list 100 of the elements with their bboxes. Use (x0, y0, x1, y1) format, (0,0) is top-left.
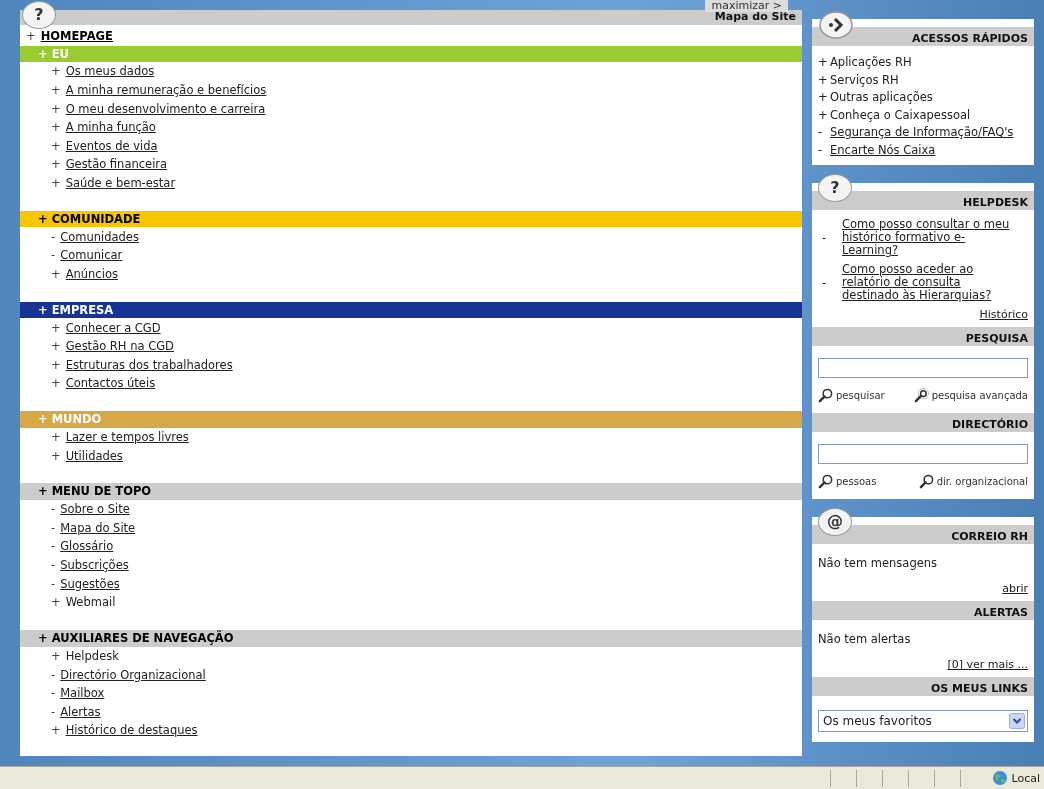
menu-link[interactable]: Comunicar (60, 248, 123, 263)
help-icon[interactable]: ? (22, 1, 56, 29)
search-field[interactable] (818, 444, 1028, 464)
globe-icon (992, 770, 1009, 786)
list-marker: - (822, 275, 828, 290)
list-marker: - (51, 520, 56, 535)
menu-link[interactable]: A minha remuneração e benefícios (65, 83, 267, 97)
menu-link[interactable]: Lazer e tempos livres (65, 430, 189, 444)
panel-title: HELPDESK (963, 196, 1028, 209)
round-badge-icon: ? (818, 174, 852, 202)
quick-access-item[interactable]: Aplicações RH (830, 54, 912, 72)
menu-link[interactable]: Gestão financeira (65, 157, 168, 172)
menu-link[interactable]: Directório Organizacional (60, 667, 206, 682)
homepage-link[interactable]: HOMEPAGE (40, 29, 113, 44)
list-marker: + (51, 648, 61, 663)
more-link[interactable]: abrir (1002, 582, 1028, 595)
search-action-link[interactable]: pesquisa avançada (913, 388, 1028, 403)
round-badge-icon: @ (818, 508, 852, 536)
menu-link[interactable]: A minha função (65, 120, 156, 135)
menu-link[interactable]: Subscrições (60, 558, 129, 573)
list-marker: + (51, 157, 61, 172)
list-marker: + (51, 376, 61, 391)
menu-link[interactable]: Anúncios (65, 266, 118, 281)
menu-link[interactable]: Saúde e bem-estar (65, 175, 176, 190)
menu-item[interactable]: Helpdesk (65, 648, 119, 663)
menu-link[interactable]: Conhecer a CGD (65, 320, 161, 335)
list-marker: + (51, 101, 61, 116)
message-text: Não tem alertas (818, 631, 912, 648)
panel-title: ACESSOS RÁPIDOS (911, 32, 1028, 45)
list-marker: + (818, 54, 826, 71)
menu-link[interactable]: O meu desenvolvimento e carreira (65, 101, 266, 116)
caret-icon (1009, 713, 1025, 729)
list-marker: - (51, 576, 56, 591)
security-zone-text: Local (1011, 771, 1041, 785)
search-action-link[interactable]: dir. organizacional (918, 474, 1028, 489)
menu-link[interactable]: Mailbox (60, 686, 105, 701)
advanced-search-icon (913, 388, 929, 403)
quick-link[interactable]: Segurança de Informação/FAQ's (830, 124, 1014, 142)
list-marker: + (818, 106, 826, 124)
menu-link[interactable]: Contactos úteis (65, 376, 156, 391)
more-link[interactable]: [0] ver mais ... (947, 658, 1028, 671)
list-marker: + (51, 120, 61, 135)
list-marker: + (818, 71, 826, 89)
menu-link[interactable]: Glossário (60, 539, 114, 554)
list-marker: + (818, 89, 826, 106)
list-marker: + (51, 339, 61, 354)
menu-link[interactable]: Histórico de destaques (65, 723, 198, 738)
quick-access-item[interactable]: Conheça o Caixapessoal (830, 106, 971, 124)
list-marker: + (51, 83, 61, 97)
menu-link[interactable]: Sobre o Site (60, 502, 130, 517)
list-marker: - (818, 141, 824, 159)
menu-link[interactable]: Estruturas dos trabalhadores (65, 357, 233, 372)
menu-link[interactable]: Mapa do Site (60, 520, 136, 535)
menu-link[interactable]: Os meus dados (65, 64, 155, 79)
menu-link[interactable]: Utilidades (65, 448, 123, 463)
message-text: Não tem mensagens (818, 555, 939, 572)
list-marker: - (51, 667, 56, 682)
search-icon (818, 474, 833, 489)
maximize-link[interactable]: maximizar > (705, 0, 788, 12)
list-marker: + (51, 175, 61, 190)
section-header[interactable]: + AUXILIARES DE NAVEGAÇÃO (20, 630, 802, 647)
section-header[interactable]: + MENU DE TOPO (20, 483, 802, 500)
list-marker: - (818, 124, 824, 141)
list-marker: + (51, 320, 61, 335)
menu-link[interactable]: Eventos de vida (65, 138, 158, 153)
faq-link[interactable]: Como posso consultar o meu histórico formativo e-Learning? (842, 218, 1020, 257)
menu-link[interactable]: Gestão RH na CGD (65, 339, 174, 354)
list-marker: + (51, 723, 61, 738)
list-marker: + (51, 448, 61, 463)
list-marker: - (51, 229, 56, 244)
faq-link[interactable]: Como posso aceder ao relatório de consulta destinado às Hierarquias? (842, 263, 1020, 302)
list-marker: + (51, 64, 61, 79)
list-marker: - (51, 704, 56, 719)
list-marker: + (51, 357, 61, 372)
list-marker: - (51, 686, 56, 701)
panel-title: Mapa do Site (714, 10, 796, 23)
history-link[interactable]: Histórico (979, 308, 1028, 321)
list-marker: + (51, 595, 61, 610)
plus-marker: + (26, 29, 36, 44)
menu-link[interactable]: Sugestões (60, 576, 120, 591)
menu-link[interactable]: Comunidades (60, 229, 139, 244)
list-marker: - (51, 539, 56, 554)
search-field[interactable] (818, 358, 1028, 378)
section-header[interactable]: + COMUNIDADE (20, 210, 802, 228)
search-icon (918, 474, 934, 489)
search-icon (818, 388, 833, 403)
search-action-link[interactable]: pesquisar (818, 388, 885, 403)
quick-access-item[interactable]: Serviços RH (830, 71, 899, 89)
search-action-link[interactable]: pessoas (818, 474, 877, 489)
menu-item[interactable]: Webmail (65, 595, 116, 610)
quick-access-item[interactable]: Outras aplicações (830, 89, 933, 107)
list-marker: + (51, 138, 61, 153)
section-header[interactable]: + EMPRESA (20, 301, 802, 319)
favorites-dropdown[interactable]: Os meus favoritos (818, 710, 1028, 732)
list-marker: - (822, 230, 828, 245)
panel-title: OS MEUS LINKS (931, 682, 1028, 695)
panel-title: DIRECTÓRIO (951, 418, 1028, 431)
menu-link[interactable]: Alertas (60, 704, 101, 719)
list-marker: + (51, 266, 61, 281)
quick-link[interactable]: Encarte Nós Caixa (830, 141, 936, 159)
